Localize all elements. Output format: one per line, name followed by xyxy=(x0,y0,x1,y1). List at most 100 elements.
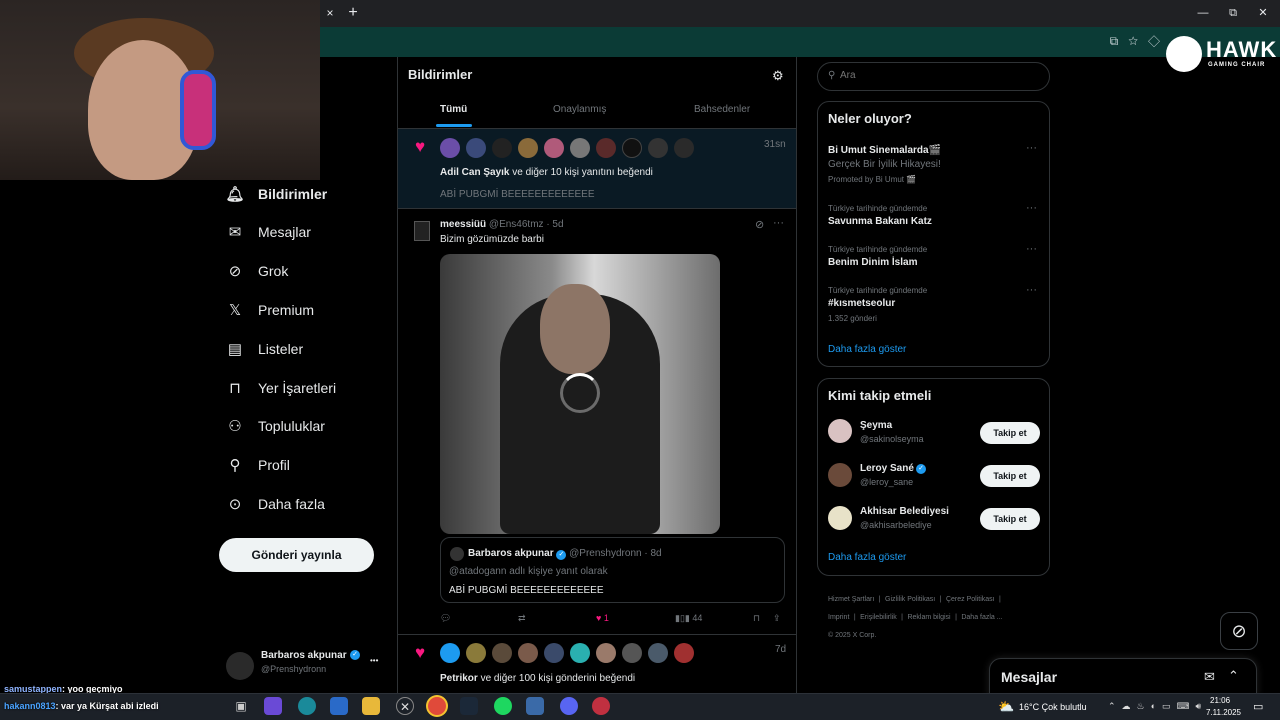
trends-card: Neler oluyor? Bi Umut Sinemalarda🎬 Gerçe… xyxy=(817,101,1050,367)
follow-button[interactable]: Takip et xyxy=(980,422,1040,444)
nav-communities[interactable]: ⚇ Topluluklar xyxy=(226,409,325,443)
promoted-name[interactable]: Bi Umut Sinemalarda🎬 xyxy=(828,145,941,156)
heart-icon: ♥ xyxy=(415,137,426,156)
nav-more[interactable]: ⊙ Daha fazla xyxy=(226,487,325,521)
more-icon[interactable]: ··· xyxy=(773,217,784,229)
chat-message: hakann0813: var ya Kürşat abi izledi xyxy=(4,701,159,711)
grok-icon: ⊘ xyxy=(1231,621,1247,641)
grok-icon[interactable]: ⊘ xyxy=(755,218,764,231)
xbox-icon[interactable]: ✕ xyxy=(396,697,414,715)
weather-text[interactable]: 16°C Çok bulutlu xyxy=(1019,702,1087,712)
nav-messages[interactable]: ✉︎ Mesajlar xyxy=(226,215,311,249)
nav-profile[interactable]: ⚲ Profil xyxy=(226,448,290,482)
avatar xyxy=(648,643,668,663)
views-button[interactable]: ▮▯▮ 44 xyxy=(675,613,702,624)
tab-all[interactable]: Tümü xyxy=(440,104,467,124)
quoted-tweet[interactable]: Barbaros akpunar ✓ @Prenshydronn · 8d @a… xyxy=(440,537,785,603)
nav-lists[interactable]: ▤ Listeler xyxy=(226,332,303,366)
compose-message-icon[interactable]: ✉︎ xyxy=(1204,669,1215,685)
tab-verified[interactable]: Onaylanmış xyxy=(553,104,606,124)
discord-icon[interactable] xyxy=(560,697,578,715)
settings-gear-icon[interactable]: ⚙ xyxy=(772,68,784,84)
search-box[interactable]: ⚲ xyxy=(817,62,1050,91)
app-icon[interactable] xyxy=(526,697,544,715)
tweet-author: meessiüü xyxy=(440,219,487,230)
footer-link[interactable]: Daha fazla ... xyxy=(961,614,1002,621)
more-icon[interactable]: ··· xyxy=(1026,202,1037,214)
clock-date[interactable]: 7.11.2025 xyxy=(1206,708,1241,717)
heart-icon: ♥ xyxy=(596,613,602,623)
user-name[interactable]: Leroy Sané xyxy=(860,463,914,474)
more-icon[interactable]: ··· xyxy=(1026,142,1037,154)
trend-name[interactable]: Benim Dinim İslam xyxy=(828,257,917,268)
outlook-icon[interactable] xyxy=(330,697,348,715)
post-button[interactable]: Gönderi yayınla xyxy=(219,538,374,572)
avatar[interactable] xyxy=(828,506,852,530)
clock-time[interactable]: 21:06 xyxy=(1210,696,1230,705)
avatar[interactable] xyxy=(828,463,852,487)
chrome-icon[interactable] xyxy=(428,697,446,715)
restore-button[interactable]: ⧉ xyxy=(1218,4,1248,22)
copyright: © 2025 X Corp. xyxy=(828,632,877,639)
avatar xyxy=(492,643,512,663)
spotify-icon[interactable] xyxy=(494,697,512,715)
messages-drawer[interactable]: Mesajlar ✉︎ ⌃ xyxy=(989,658,1257,698)
chevron-up-icon[interactable]: ⌃ xyxy=(1228,668,1239,684)
footer-link[interactable]: Erişilebilirlik xyxy=(860,614,897,621)
share-icon[interactable]: ⇪ xyxy=(773,613,781,624)
edge-icon[interactable] xyxy=(298,697,316,715)
bookmark-icon[interactable]: ⊓ xyxy=(753,613,760,624)
task-view-icon[interactable]: ▣ xyxy=(232,697,250,715)
system-tray-icons[interactable]: ⌃☁♨◐▭⌨🔊︎ xyxy=(1108,701,1207,712)
like-button[interactable]: ♥ 1 xyxy=(596,613,609,623)
reply-icon[interactable]: 💬︎ xyxy=(440,613,451,624)
copilot-icon[interactable] xyxy=(264,697,282,715)
avatar xyxy=(544,643,564,663)
extension-icons[interactable]: ⧉☆◇ xyxy=(1110,34,1170,49)
tab-close-button[interactable]: × xyxy=(322,5,338,21)
more-icon[interactable]: ··· xyxy=(1026,243,1037,255)
repost-icon[interactable]: ⇄ xyxy=(518,613,526,624)
grok-floating-button[interactable]: ⊘ xyxy=(1220,612,1258,650)
follow-button[interactable]: Takip et xyxy=(980,465,1040,487)
loading-spinner-icon xyxy=(560,373,600,413)
footer-link[interactable]: Hizmet Şartları xyxy=(828,596,874,603)
file-explorer-icon[interactable] xyxy=(362,697,380,715)
chat-text: : var ya Kürşat abi izledi xyxy=(55,701,159,711)
bookmark-icon: ⊓ xyxy=(229,380,241,397)
show-more-link[interactable]: Daha fazla göster xyxy=(828,552,906,563)
nav-bookmarks[interactable]: ⊓ Yer İşaretleri xyxy=(226,371,336,405)
user-name[interactable]: Şeyma xyxy=(860,420,892,431)
list-icon: ▤ xyxy=(227,341,243,358)
trend-name[interactable]: #kısmetseolur xyxy=(828,298,895,309)
footer-link[interactable]: Imprint xyxy=(828,614,849,621)
nav-premium[interactable]: 𝕏 Premium xyxy=(226,293,314,327)
nav-grok[interactable]: ⊘ Grok xyxy=(226,254,289,288)
search-icon: ⚲ xyxy=(828,70,836,81)
search-input[interactable] xyxy=(840,70,1040,81)
footer-link[interactable]: Gizlilik Politikası xyxy=(885,596,935,603)
user-handle: @leroy_sane xyxy=(860,477,914,487)
trend-context: Türkiye tarihinde gündemde xyxy=(828,286,928,295)
footer-link[interactable]: Çerez Politikası xyxy=(946,596,995,603)
tab-mentions[interactable]: Bahsedenler xyxy=(694,104,750,124)
steam-icon[interactable] xyxy=(460,697,478,715)
trend-name[interactable]: Savunma Bakanı Katz xyxy=(828,216,932,227)
footer-link[interactable]: Reklam bilgisi xyxy=(907,614,950,621)
new-tab-button[interactable]: + xyxy=(344,4,362,22)
follow-button[interactable]: Takip et xyxy=(980,508,1040,530)
nav-notifications[interactable]: 🔔︎ Bildirimler xyxy=(225,177,327,211)
obs-icon[interactable] xyxy=(592,697,610,715)
chart-icon: ▮▯▮ xyxy=(675,613,690,623)
notification-center-icon[interactable]: ▭ xyxy=(1253,700,1263,713)
show-more-link[interactable]: Daha fazla göster xyxy=(828,344,906,355)
user-name[interactable]: Akhisar Belediyesi xyxy=(860,506,949,517)
more-icon[interactable]: ··· xyxy=(1026,284,1037,296)
minimize-button[interactable]: — xyxy=(1188,4,1218,22)
close-window-button[interactable]: ✕ xyxy=(1248,4,1278,22)
account-switcher[interactable]: Barbaros akpunar ✓ @Prenshydronn ••• xyxy=(226,648,386,684)
avatar[interactable] xyxy=(828,419,852,443)
avatar[interactable] xyxy=(414,221,430,241)
notification-snippet: ABİ PUBGMİ BEEEEEEEEEEEEE xyxy=(440,189,595,200)
like-notification[interactable]: ♥ 31sn Adil Can Şayık ve diğer 10 kişi y… xyxy=(398,129,796,209)
